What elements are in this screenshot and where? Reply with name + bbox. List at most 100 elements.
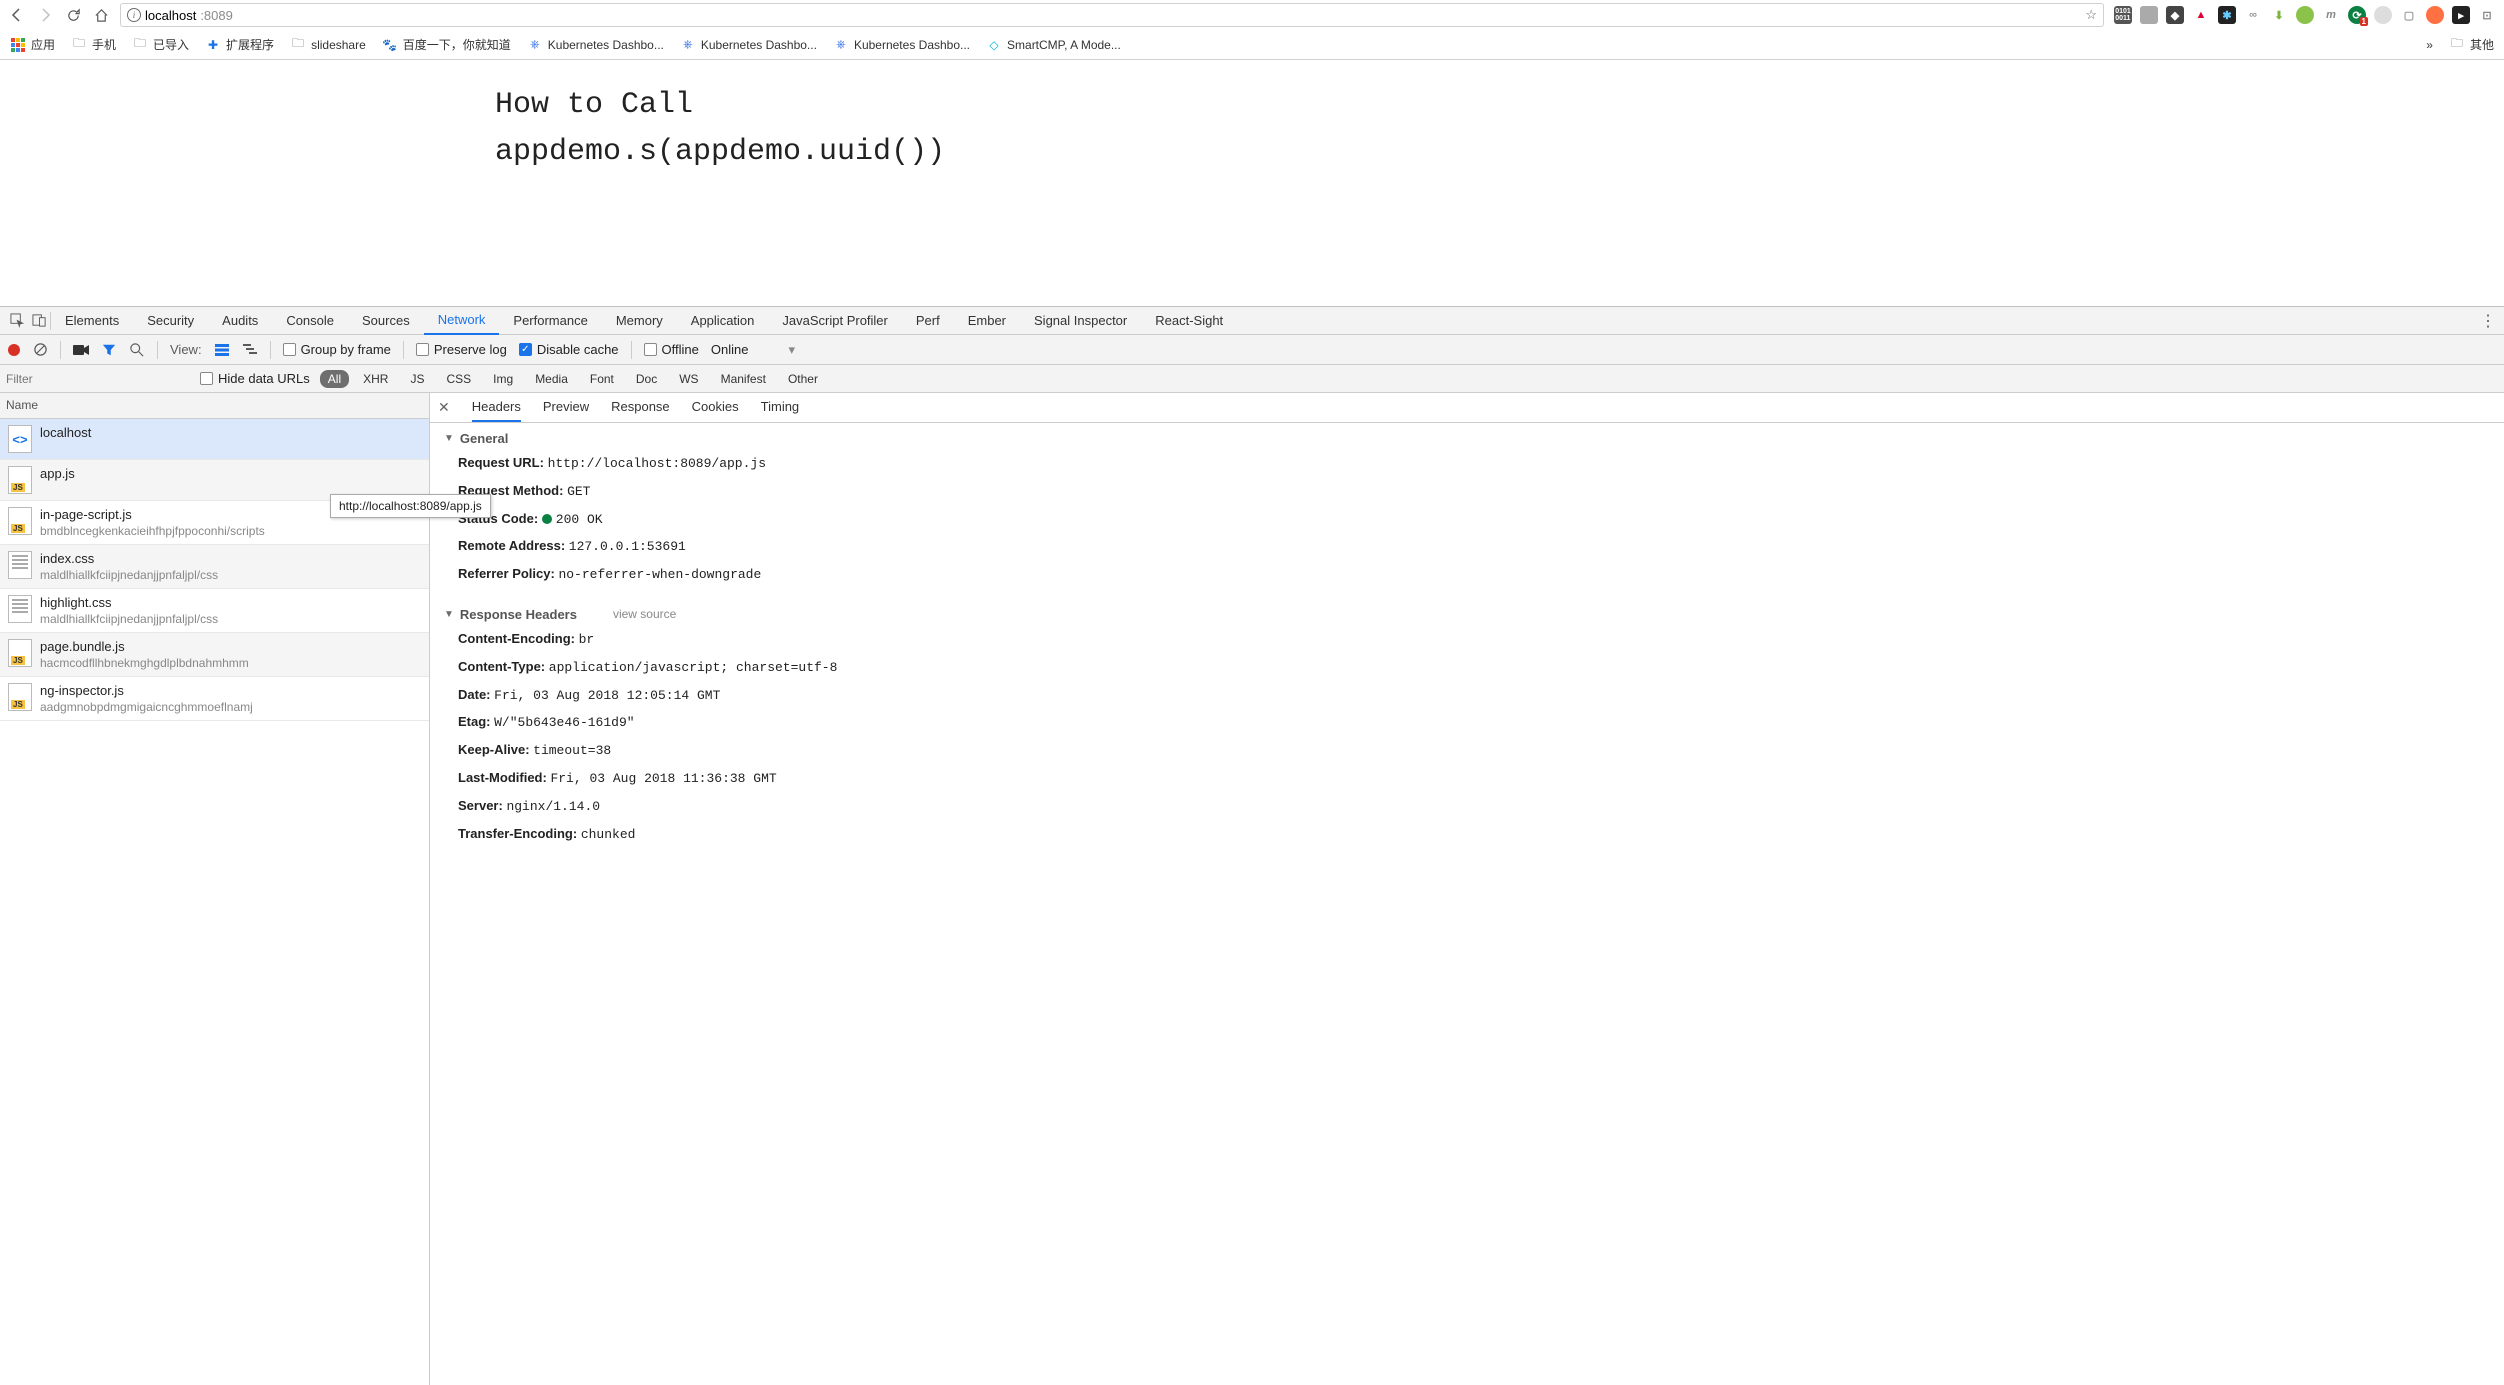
devtools-tab-application[interactable]: Application bbox=[677, 307, 769, 335]
bookmark-label: 百度一下，你就知道 bbox=[403, 36, 511, 53]
devtools-tab-console[interactable]: Console bbox=[272, 307, 348, 335]
devtools-tab-javascript-profiler[interactable]: JavaScript Profiler bbox=[768, 307, 901, 335]
other-bookmarks[interactable]: 🗀其他 bbox=[2449, 36, 2494, 53]
bookmark-item[interactable]: ⎈Kubernetes Dashbo... bbox=[680, 37, 817, 53]
devtools-tab-network[interactable]: Network bbox=[424, 307, 500, 335]
bookmark-label: 扩展程序 bbox=[226, 36, 274, 53]
ext-badge-icon[interactable]: ⟳1 bbox=[2348, 6, 2366, 24]
devtools-tab-react-sight[interactable]: React-Sight bbox=[1141, 307, 1237, 335]
ext-angular-icon[interactable]: ▲ bbox=[2192, 6, 2210, 24]
ext-download-icon[interactable]: ⬇ bbox=[2270, 6, 2288, 24]
site-info-icon[interactable]: i bbox=[127, 8, 141, 22]
reload-button[interactable] bbox=[64, 6, 82, 24]
devtools-tab-ember[interactable]: Ember bbox=[954, 307, 1020, 335]
devtools-tab-perf[interactable]: Perf bbox=[902, 307, 954, 335]
disable-cache-checkbox[interactable]: ✓Disable cache bbox=[519, 342, 619, 357]
inspect-element-icon[interactable] bbox=[6, 313, 28, 328]
ext-orange-icon[interactable] bbox=[2426, 6, 2444, 24]
ext-m-icon[interactable]: m bbox=[2322, 6, 2340, 24]
view-source-link[interactable]: view source bbox=[613, 607, 676, 621]
bookmark-item[interactable]: ⎈Kubernetes Dashbo... bbox=[527, 37, 664, 53]
filter-type-font[interactable]: Font bbox=[582, 369, 622, 389]
bookmark-item[interactable]: 🗀slideshare bbox=[290, 37, 366, 53]
devtools-tabs: ElementsSecurityAuditsConsoleSourcesNetw… bbox=[0, 307, 2504, 335]
devtools-menu-icon[interactable]: ⋮ bbox=[2478, 311, 2498, 331]
status-dot-icon bbox=[542, 514, 552, 524]
detail-tab-timing[interactable]: Timing bbox=[761, 393, 800, 422]
ext-grey-icon[interactable] bbox=[2140, 6, 2158, 24]
bookmark-star-icon[interactable]: ☆ bbox=[2085, 7, 2097, 23]
ext-snowflake-icon[interactable]: ✱ bbox=[2218, 6, 2236, 24]
request-row[interactable]: page.bundle.jshacmcodfllhbnekmghgdlplbdn… bbox=[0, 633, 429, 677]
filter-type-xhr[interactable]: XHR bbox=[355, 369, 396, 389]
devtools-tab-performance[interactable]: Performance bbox=[499, 307, 601, 335]
detail-tab-preview[interactable]: Preview bbox=[543, 393, 589, 422]
filter-type-all[interactable]: All bbox=[320, 370, 349, 388]
bookmark-item[interactable]: 🐾百度一下，你就知道 bbox=[382, 36, 511, 53]
filter-type-js[interactable]: JS bbox=[402, 369, 432, 389]
detail-tab-headers[interactable]: Headers bbox=[472, 393, 521, 422]
view-waterfall-icon[interactable] bbox=[242, 344, 258, 356]
group-by-frame-checkbox[interactable]: Group by frame bbox=[283, 342, 391, 357]
bookmark-item[interactable]: 🗀已导入 bbox=[132, 36, 189, 53]
filter-icon[interactable] bbox=[101, 343, 117, 357]
request-name: localhost bbox=[40, 425, 91, 440]
filter-type-css[interactable]: CSS bbox=[438, 369, 479, 389]
devtools-tab-sources[interactable]: Sources bbox=[348, 307, 424, 335]
filter-type-img[interactable]: Img bbox=[485, 369, 521, 389]
devtools-tab-elements[interactable]: Elements bbox=[51, 307, 133, 335]
hide-data-urls-checkbox[interactable]: Hide data URLs bbox=[200, 371, 310, 386]
filter-input[interactable] bbox=[0, 365, 200, 393]
request-row[interactable]: index.cssmaldlhiallkfciipjnedanjjpnfaljp… bbox=[0, 545, 429, 589]
request-row[interactable]: highlight.cssmaldlhiallkfciipjnedanjjpnf… bbox=[0, 589, 429, 633]
record-button[interactable] bbox=[8, 344, 20, 356]
request-subpath: bmdblncegkenkacieihfhpjfppoconhi/scripts bbox=[40, 524, 265, 538]
request-row[interactable]: ng-inspector.jsaadgmnobpdmgmigaicncghmmo… bbox=[0, 677, 429, 721]
search-icon[interactable] bbox=[129, 343, 145, 357]
devtools-tab-security[interactable]: Security bbox=[133, 307, 208, 335]
ext-diamond-icon[interactable]: ◆ bbox=[2166, 6, 2184, 24]
filter-type-ws[interactable]: WS bbox=[671, 369, 706, 389]
view-large-icon[interactable] bbox=[214, 344, 230, 356]
filter-type-doc[interactable]: Doc bbox=[628, 369, 665, 389]
filter-type-other[interactable]: Other bbox=[780, 369, 826, 389]
preserve-log-checkbox[interactable]: Preserve log bbox=[416, 342, 507, 357]
bookmark-icon: ⎈ bbox=[527, 37, 543, 53]
camera-icon[interactable] bbox=[73, 344, 89, 356]
folder-icon: 🗀 bbox=[2449, 37, 2465, 53]
detail-tab-cookies[interactable]: Cookies bbox=[692, 393, 739, 422]
detail-tab-response[interactable]: Response bbox=[611, 393, 670, 422]
device-toggle-icon[interactable] bbox=[28, 313, 50, 328]
ext-green-icon[interactable] bbox=[2296, 6, 2314, 24]
request-name: ng-inspector.js bbox=[40, 683, 253, 698]
throttling-select[interactable]: Online▾ bbox=[711, 342, 795, 358]
bookmark-item[interactable]: 🗀手机 bbox=[71, 36, 116, 53]
bookmark-item[interactable]: ⎈Kubernetes Dashbo... bbox=[833, 37, 970, 53]
header-value: no-referrer-when-downgrade bbox=[558, 567, 761, 582]
bookmark-item[interactable]: ✚扩展程序 bbox=[205, 36, 274, 53]
ext-last-icon[interactable]: ⊡ bbox=[2478, 6, 2496, 24]
filter-type-manifest[interactable]: Manifest bbox=[713, 369, 774, 389]
devtools-tab-signal-inspector[interactable]: Signal Inspector bbox=[1020, 307, 1141, 335]
offline-checkbox[interactable]: Offline bbox=[644, 342, 699, 357]
address-bar[interactable]: i localhost:8089 ☆ bbox=[120, 3, 2104, 27]
general-section-header[interactable]: ▼General bbox=[430, 423, 2504, 450]
ext-gray2-icon[interactable] bbox=[2374, 6, 2392, 24]
ext-binary-icon[interactable]: 01010011 bbox=[2114, 6, 2132, 24]
ext-dark-icon[interactable]: ▸ bbox=[2452, 6, 2470, 24]
forward-button[interactable] bbox=[36, 6, 54, 24]
request-row[interactable]: <>localhost bbox=[0, 419, 429, 460]
devtools-tab-audits[interactable]: Audits bbox=[208, 307, 272, 335]
close-detail-icon[interactable]: ✕ bbox=[438, 399, 450, 416]
response-headers-section-header[interactable]: ▼Response Headersview source bbox=[430, 599, 2504, 626]
home-button[interactable] bbox=[92, 6, 110, 24]
ext-link-icon[interactable]: ∞ bbox=[2244, 6, 2262, 24]
back-button[interactable] bbox=[8, 6, 26, 24]
ext-chat-icon[interactable]: ▢ bbox=[2400, 6, 2418, 24]
bookmark-item[interactable]: ◇SmartCMP, A Mode... bbox=[986, 37, 1121, 53]
bookmarks-overflow[interactable]: » bbox=[2426, 38, 2433, 52]
devtools-tab-memory[interactable]: Memory bbox=[602, 307, 677, 335]
bookmark-item[interactable]: 应用 bbox=[10, 36, 55, 53]
filter-type-media[interactable]: Media bbox=[527, 369, 576, 389]
clear-button[interactable] bbox=[32, 342, 48, 357]
